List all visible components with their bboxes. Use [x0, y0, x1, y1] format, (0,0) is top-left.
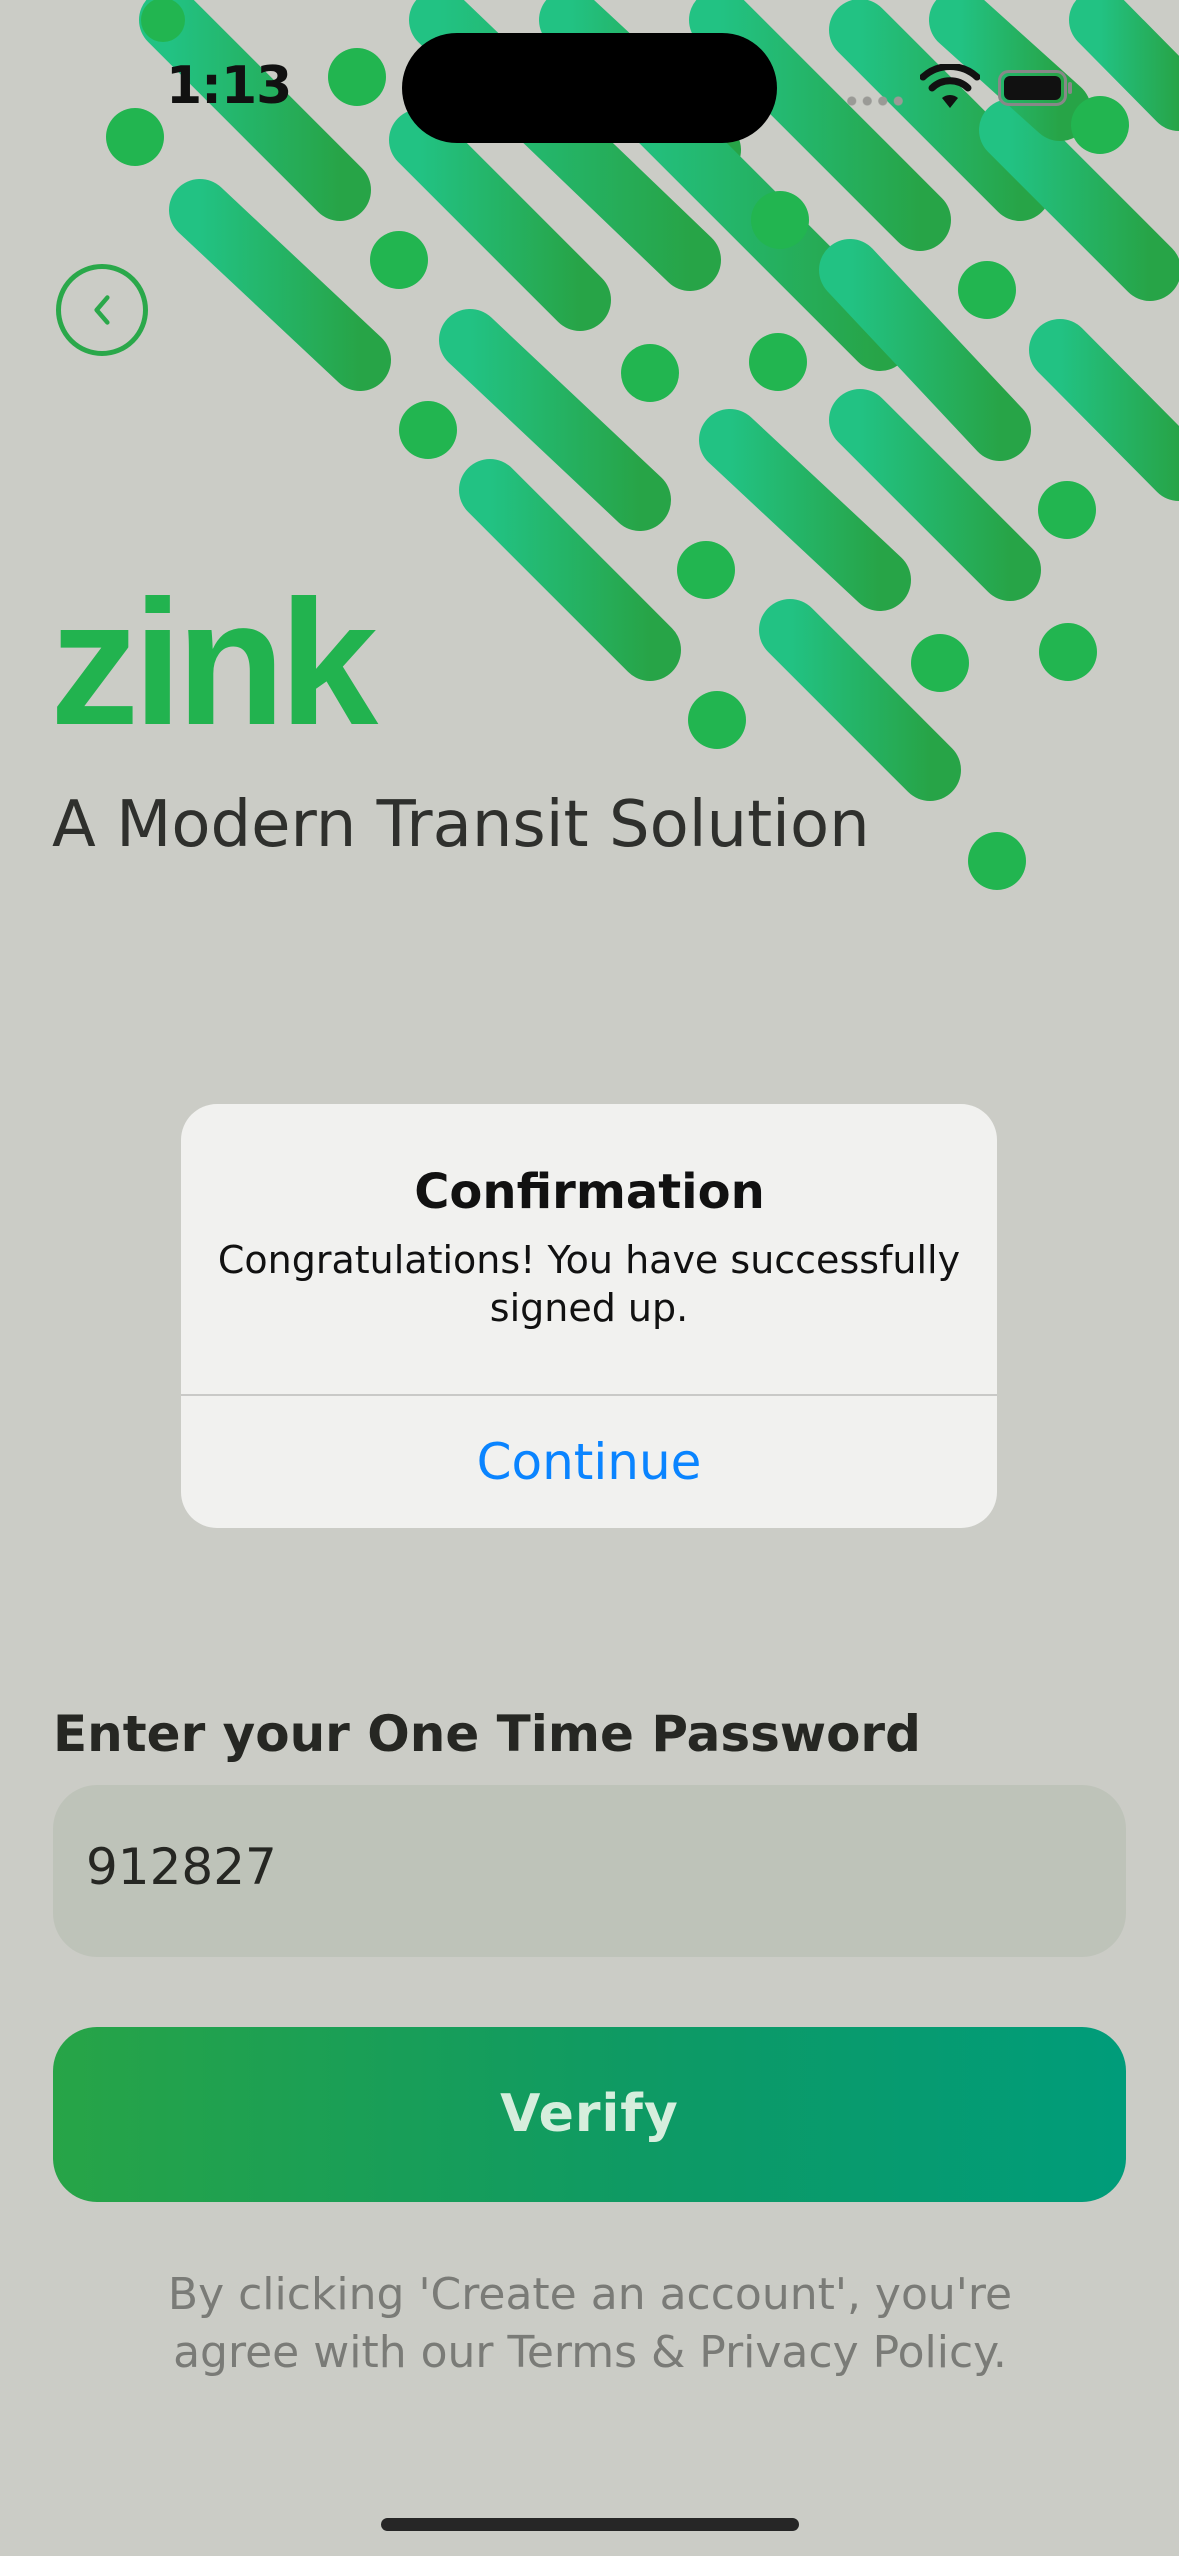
wifi-icon — [920, 64, 980, 108]
alert-message: Congratulations! You have successfully s… — [217, 1238, 961, 1330]
verify-button[interactable]: Verify — [53, 2027, 1126, 2202]
otp-label: Enter your One Time Password — [53, 1705, 921, 1763]
svg-text:zink: zink — [50, 590, 379, 740]
otp-input-value[interactable]: 912827 — [86, 1838, 277, 1896]
zink-logo: zink — [50, 590, 385, 740]
continue-button[interactable]: Continue — [181, 1396, 997, 1528]
dynamic-island — [402, 33, 777, 143]
signal-dots-icon — [844, 96, 906, 106]
back-button[interactable] — [56, 264, 148, 356]
status-time: 1:13 — [166, 56, 292, 116]
terms-text: By clicking 'Create an account', you're … — [167, 2269, 1013, 2378]
tagline: A Modern Transit Solution — [52, 788, 870, 862]
alert-title: Confirmation — [414, 1164, 765, 1220]
battery-icon — [998, 70, 1072, 106]
back-chevron-icon — [94, 295, 110, 325]
home-indicator[interactable] — [381, 2518, 799, 2531]
